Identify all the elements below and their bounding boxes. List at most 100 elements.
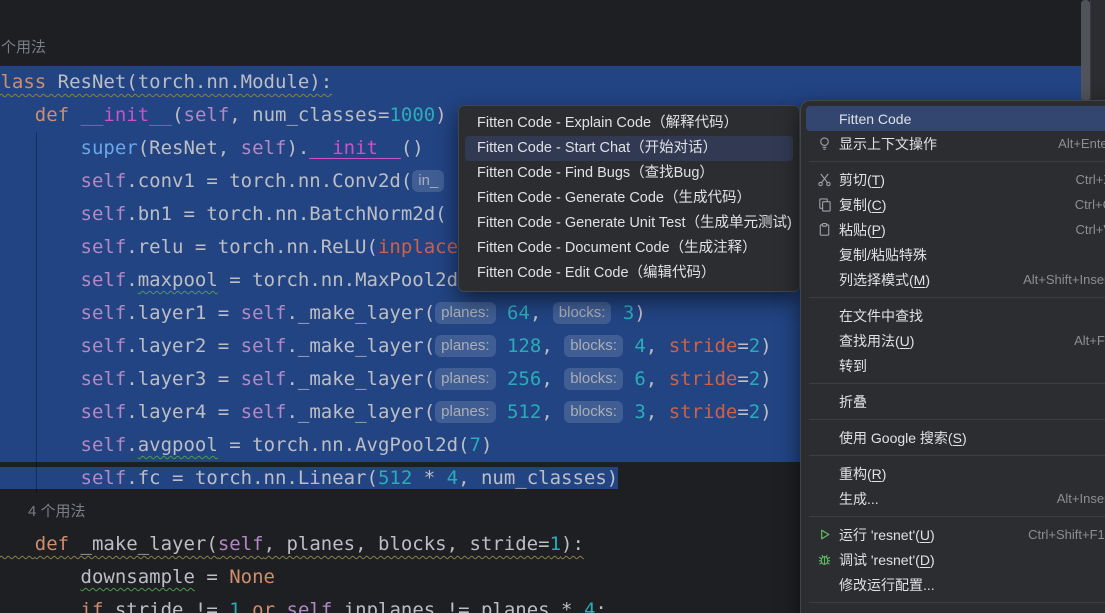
code-token: .layer2 = <box>126 335 240 357</box>
code-token: def <box>35 533 69 555</box>
menu-item-find-usages[interactable]: 查找用法(U)Alt+F7 <box>806 328 1105 353</box>
code-line-content: self.layer4 = self._make_layer(planes: 5… <box>0 401 772 423</box>
code-token: , <box>541 401 564 423</box>
run-icon <box>815 527 833 543</box>
code-token: or <box>252 599 275 613</box>
menu-item-label: 查找用法(U) <box>839 331 914 351</box>
lightbulb-icon <box>815 136 833 152</box>
menu-icon-spacer <box>815 491 833 507</box>
code-token: 3 <box>623 302 634 324</box>
menu-item-folding[interactable]: 折叠 <box>806 389 1105 414</box>
code-token: def <box>35 104 69 126</box>
debug-icon <box>815 552 833 568</box>
code-token: self <box>241 401 287 423</box>
menu-shortcut: Alt+Shift+Insert <box>1023 272 1105 287</box>
code-token: self <box>81 203 127 225</box>
parameter-hint: planes: <box>435 368 495 390</box>
menu-item-label: 复制(C) <box>839 195 886 215</box>
code-token: = <box>737 401 748 423</box>
code-token: ) <box>760 335 771 357</box>
copy-icon <box>815 197 833 213</box>
menu-item-modify-run-configuration[interactable]: 修改运行配置... <box>806 572 1105 597</box>
code-line-content: downsample = None <box>0 566 275 588</box>
code-token: ): <box>561 533 584 555</box>
code-line[interactable]: class ResNet(torch.nn.Module): <box>0 66 1081 99</box>
code-token: 1 <box>550 533 561 555</box>
code-token <box>0 599 81 613</box>
menu-item-debug-resnet[interactable]: 调试 'resnet'(D) <box>806 547 1105 572</box>
code-token: stride != <box>103 599 229 613</box>
menu-item-label: 显示上下文操作 <box>839 134 937 154</box>
menu-item-go-to[interactable]: 转到 <box>806 353 1105 378</box>
code-token <box>275 599 286 613</box>
code-token: 1000 <box>389 104 435 126</box>
menu-item-copy[interactable]: 复制(C)Ctrl+C <box>806 192 1105 217</box>
menu-icon-spacer <box>815 333 833 349</box>
submenu-item-explain-code[interactable]: Fitten Code - Explain Code（解释代码） <box>465 111 793 136</box>
code-token: __init__ <box>309 137 401 159</box>
submenu-item-start-chat[interactable]: Fitten Code - Start Chat（开始对话） <box>465 136 793 161</box>
parameter-hint: blocks: <box>564 368 623 390</box>
menu-item-column-selection-mode[interactable]: 列选择模式(M)Alt+Shift+Insert <box>806 267 1105 292</box>
code-token: , planes, blocks, stride= <box>264 533 550 555</box>
menu-shortcut: Ctrl+Shift+F10 <box>1028 527 1105 542</box>
submenu-item-generate-unit-test[interactable]: Fitten Code - Generate Unit Test（生成单元测试) <box>465 211 793 236</box>
menu-item-search-with-google[interactable]: 使用 Google 搜索(S) <box>806 425 1105 450</box>
menu-item-paste[interactable]: 粘贴(P)Ctrl+V <box>806 217 1105 242</box>
menu-item-label: 复制/粘贴特殊 <box>839 245 927 265</box>
editor-context-menu: Fitten Code显示上下文操作Alt+Enter剪切(T)Ctrl+X复制… <box>800 100 1105 613</box>
submenu-item-find-bugs[interactable]: Fitten Code - Find Bugs（查找Bug） <box>465 161 793 186</box>
code-token: self <box>81 335 127 357</box>
code-token: stride <box>669 368 738 390</box>
parameter-hint: blocks: <box>564 401 623 423</box>
code-token: .layer1 = <box>126 302 240 324</box>
editor-scrollbar[interactable] <box>1081 0 1090 102</box>
submenu-item-edit-code[interactable]: Fitten Code - Edit Code（编辑代码） <box>465 261 793 286</box>
code-token: self <box>81 236 127 258</box>
menu-item-find-in-files[interactable]: 在文件中查找 <box>806 303 1105 328</box>
code-line-content: class ResNet(torch.nn.Module): <box>0 71 332 93</box>
code-token: 4 <box>584 599 595 613</box>
code-token: .conv1 = torch.nn.Conv2d( <box>126 170 412 192</box>
code-line-content: 4 个用法 <box>28 503 86 520</box>
menu-item-label: 折叠 <box>839 392 867 412</box>
code-token: : <box>595 599 606 613</box>
code-line-content: super(ResNet, self).__init__() <box>0 137 424 159</box>
code-token: = <box>195 566 229 588</box>
code-token <box>0 269 81 291</box>
code-token: self <box>81 269 127 291</box>
code-token <box>0 137 81 159</box>
code-line-content: def __init__(self, num_classes=1000) <box>0 104 447 126</box>
code-token: .fc = torch.nn.Linear( <box>126 467 378 489</box>
code-token: = <box>737 335 748 357</box>
code-line-content: self.fc = torch.nn.Linear(512 * 4, num_c… <box>0 467 618 489</box>
code-token: class <box>0 71 46 93</box>
menu-item-run-resnet[interactable]: 运行 'resnet'(U)Ctrl+Shift+F10 <box>806 522 1105 547</box>
menu-item-generate[interactable]: 生成...Alt+Insert <box>806 486 1105 511</box>
usages-hint-top[interactable]: 个用法 <box>1 36 46 57</box>
submenu-item-generate-code[interactable]: Fitten Code - Generate Code（生成代码） <box>465 186 793 211</box>
menu-item-copy-paste-special[interactable]: 复制/粘贴特殊 <box>806 242 1105 267</box>
code-token <box>0 236 81 258</box>
code-token: ResNet(torch.nn.Module): <box>46 71 332 93</box>
code-token: * <box>412 467 446 489</box>
code-token: 6 <box>634 368 645 390</box>
code-token: . <box>126 269 137 291</box>
code-token <box>0 467 81 489</box>
menu-item-refactor[interactable]: 重构(R) <box>806 461 1105 486</box>
menu-item-fitten-code[interactable]: Fitten Code <box>806 106 1105 131</box>
code-token <box>0 302 81 324</box>
menu-separator <box>809 602 1105 603</box>
code-token <box>0 203 81 225</box>
parameter-hint: planes: <box>435 401 495 423</box>
code-token: , <box>541 335 564 357</box>
code-token: ._make_layer( <box>286 368 435 390</box>
code-token: . <box>126 434 137 456</box>
menu-icon-spacer <box>815 466 833 482</box>
code-token <box>496 335 507 357</box>
submenu-item-document-code[interactable]: Fitten Code - Document Code（生成注释） <box>465 236 793 261</box>
menu-item-show-context-actions[interactable]: 显示上下文操作Alt+Enter <box>806 131 1105 156</box>
menu-item-label: 生成... <box>839 489 879 509</box>
menu-item-cut[interactable]: 剪切(T)Ctrl+X <box>806 167 1105 192</box>
parameter-hint: planes: <box>435 335 495 357</box>
